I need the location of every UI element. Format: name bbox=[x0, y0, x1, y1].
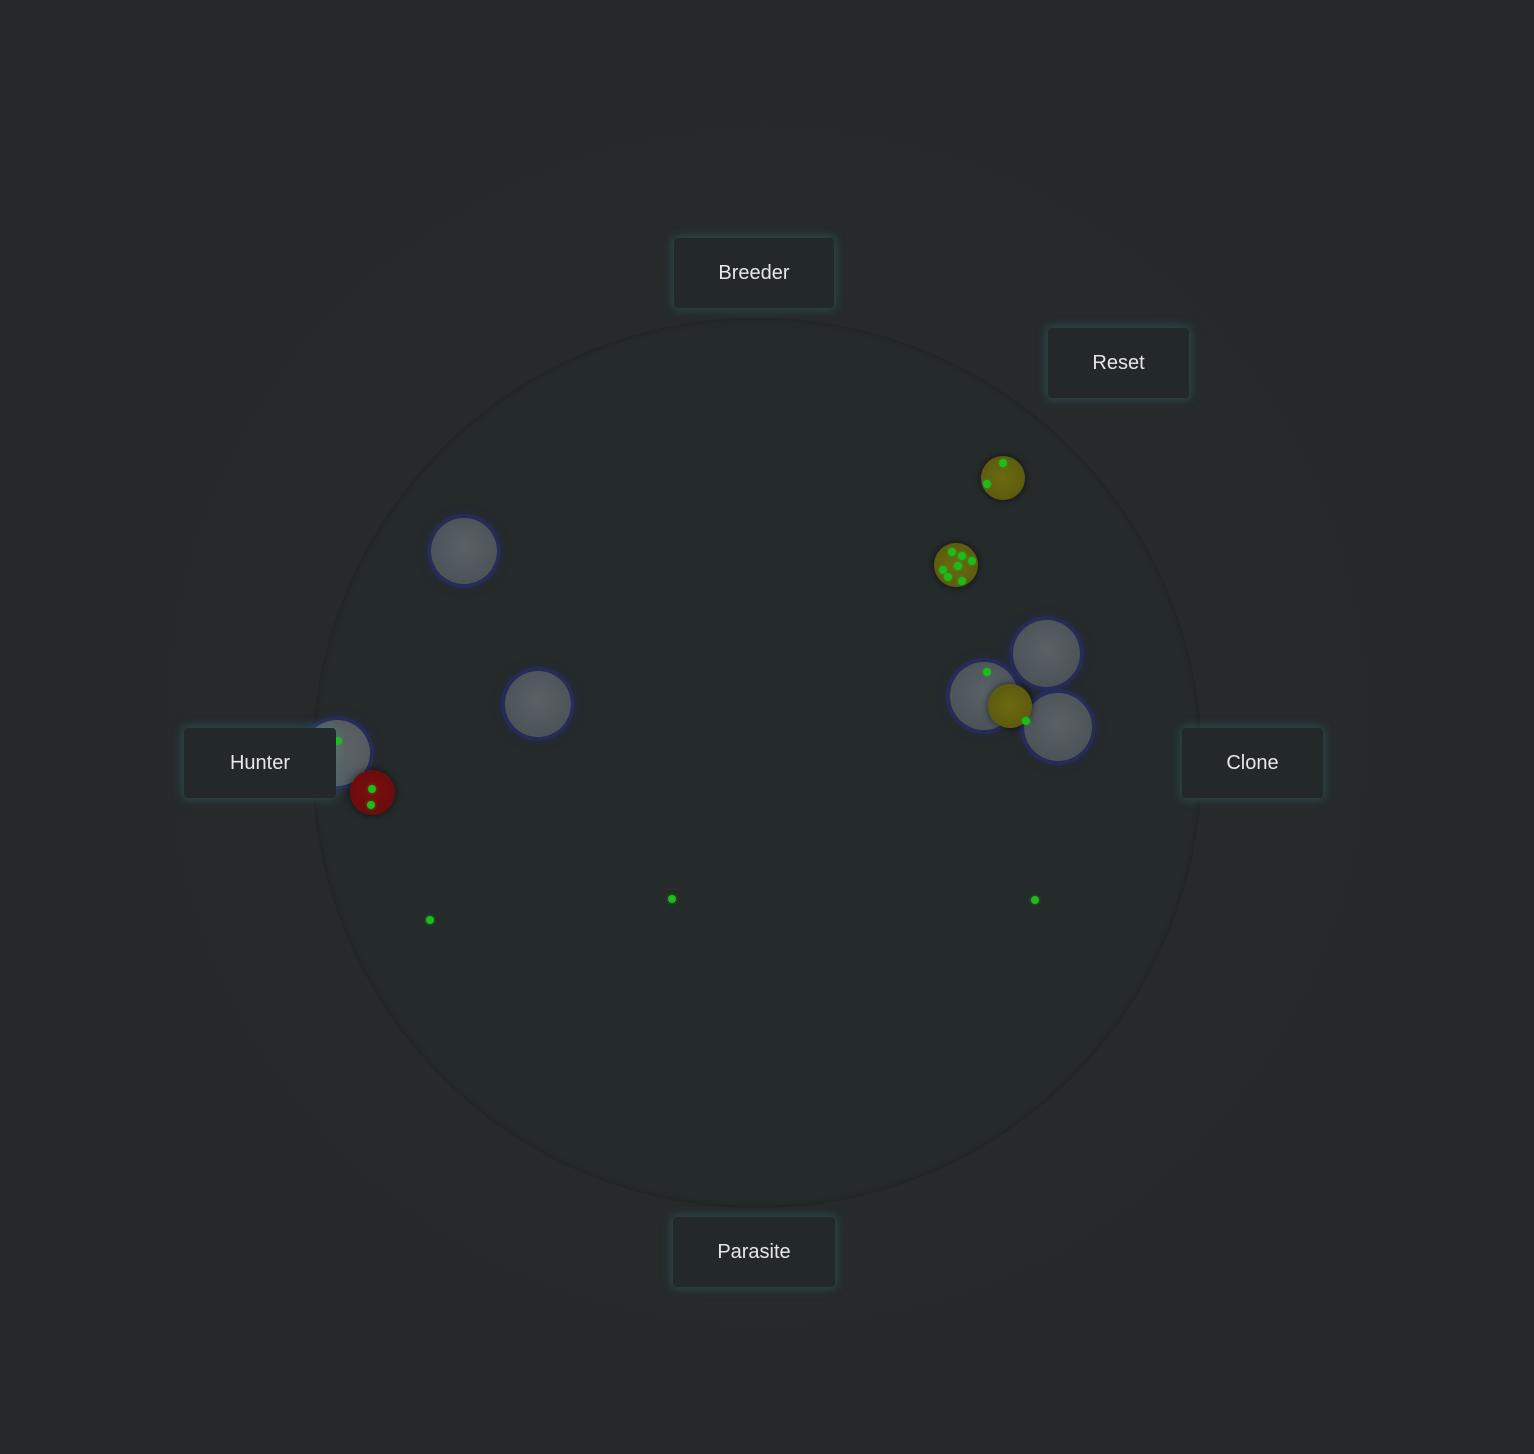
food-dot bbox=[367, 801, 375, 809]
clone-button[interactable]: Clone bbox=[1182, 728, 1323, 798]
game-stage[interactable]: Breeder Reset Hunter Clone Parasite bbox=[0, 0, 1534, 1454]
food-dot bbox=[944, 573, 952, 581]
cell bbox=[431, 518, 497, 584]
cell bbox=[1024, 693, 1092, 761]
cell bbox=[505, 671, 571, 737]
breeder-button[interactable]: Breeder bbox=[674, 238, 834, 308]
parasite-button[interactable]: Parasite bbox=[673, 1217, 835, 1287]
food-dot bbox=[958, 552, 966, 560]
food-dot bbox=[968, 557, 976, 565]
food-dot bbox=[426, 916, 434, 924]
reset-button[interactable]: Reset bbox=[1048, 328, 1189, 398]
food-dot bbox=[983, 668, 991, 676]
food-dot bbox=[368, 785, 376, 793]
food-dot bbox=[983, 480, 991, 488]
food-dot bbox=[999, 459, 1007, 467]
food-dot bbox=[958, 577, 966, 585]
food-dot bbox=[1022, 717, 1030, 725]
food-dot bbox=[954, 562, 962, 570]
hunter-button[interactable]: Hunter bbox=[184, 728, 336, 798]
food-dot bbox=[1031, 896, 1039, 904]
arena-circle bbox=[312, 318, 1202, 1208]
food-dot bbox=[948, 548, 956, 556]
food-dot bbox=[668, 895, 676, 903]
cell bbox=[1013, 620, 1080, 687]
